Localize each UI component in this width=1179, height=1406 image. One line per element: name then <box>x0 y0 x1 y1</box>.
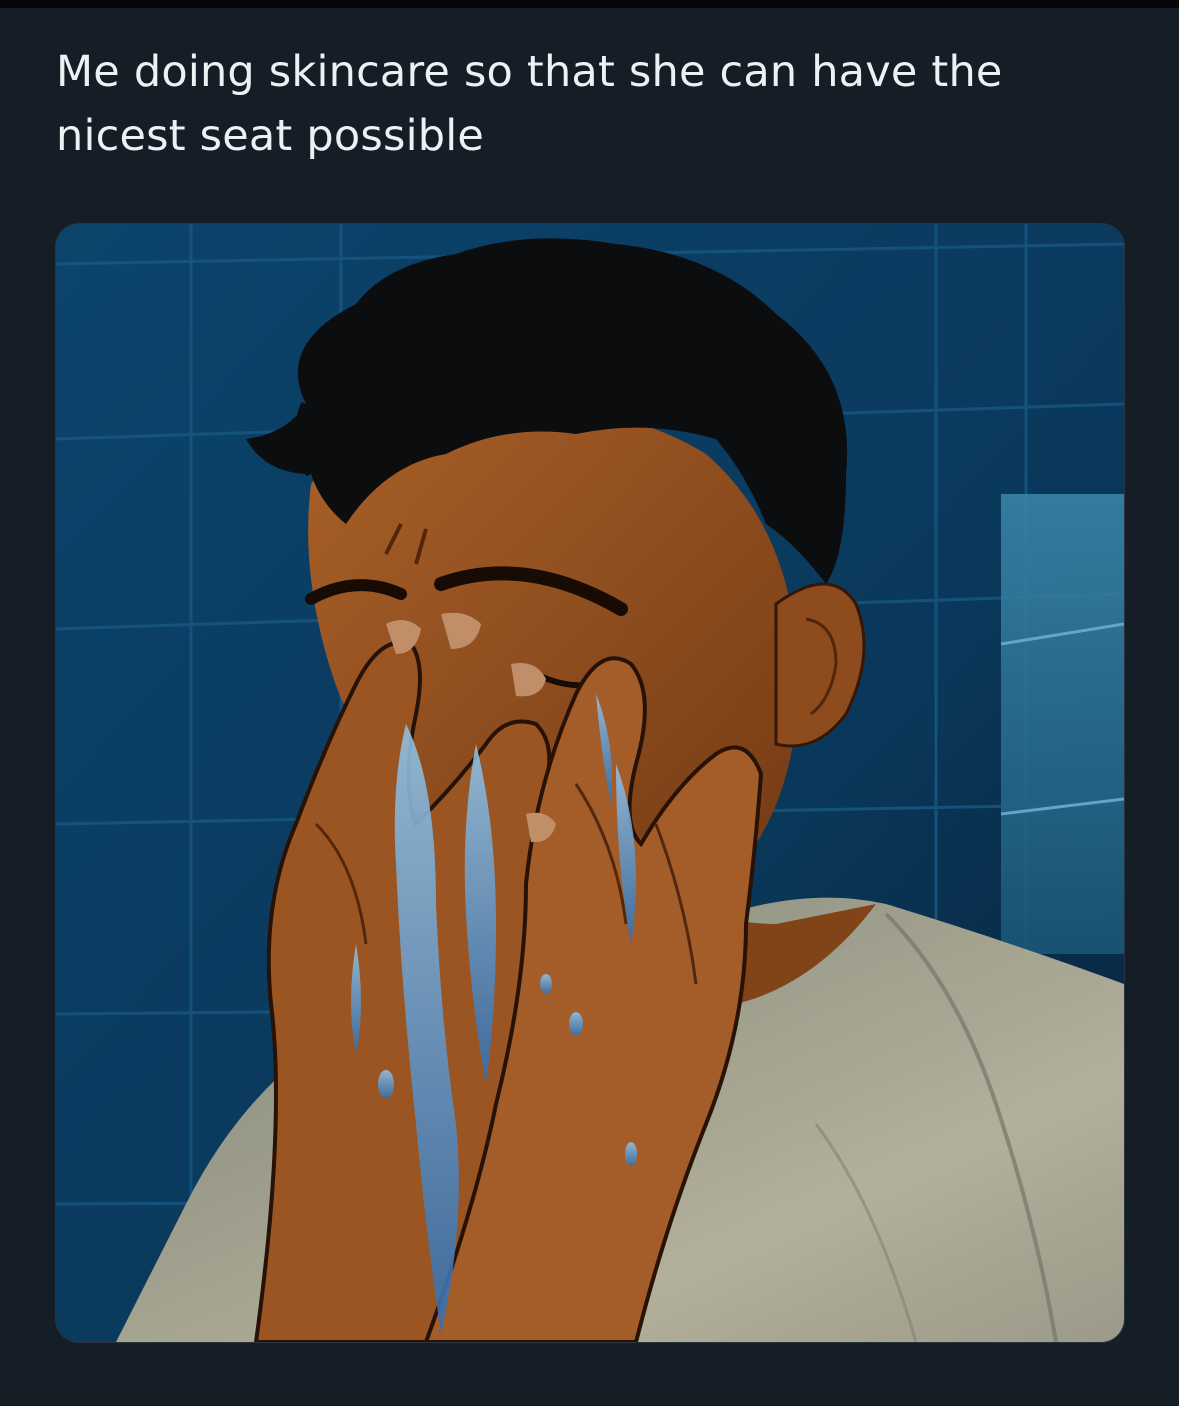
illustration-svg <box>56 224 1124 1342</box>
status-strip <box>0 0 1179 8</box>
post-text: Me doing skincare so that she can have t… <box>56 47 1003 161</box>
post-image[interactable] <box>55 223 1125 1343</box>
